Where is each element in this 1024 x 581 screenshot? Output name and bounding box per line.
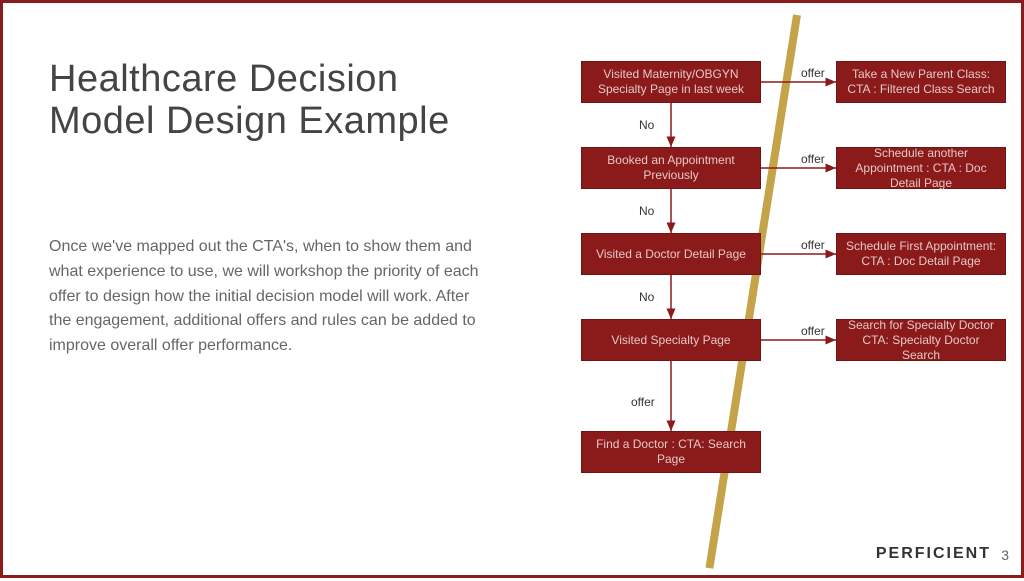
edge-no-1: No xyxy=(639,118,654,132)
offer-step-3: Schedule First Appointment: CTA : Doc De… xyxy=(836,233,1006,275)
offer-step-1: Take a New Parent Class: CTA : Filtered … xyxy=(836,61,1006,103)
edge-offer-fallback: offer xyxy=(631,395,655,409)
decision-step-1: Visited Maternity/OBGYN Specialty Page i… xyxy=(581,61,761,103)
edge-no-3: No xyxy=(639,290,654,304)
slide: Healthcare Decision Model Design Example… xyxy=(0,0,1024,578)
offer-step-4: Search for Specialty Doctor CTA: Special… xyxy=(836,319,1006,361)
page-number: 3 xyxy=(1001,547,1009,563)
decision-step-3: Visited a Doctor Detail Page xyxy=(581,233,761,275)
edge-no-2: No xyxy=(639,204,654,218)
edge-offer-1: offer xyxy=(801,66,825,80)
brand-logo: PERFICIENT xyxy=(876,545,991,563)
decision-step-4: Visited Specialty Page xyxy=(581,319,761,361)
edge-offer-3: offer xyxy=(801,238,825,252)
slide-body-text: Once we've mapped out the CTA's, when to… xyxy=(49,235,489,359)
slide-title: Healthcare Decision Model Design Example xyxy=(49,59,450,143)
edge-offer-2: offer xyxy=(801,152,825,166)
title-line-1: Healthcare Decision xyxy=(49,58,399,100)
decision-step-2: Booked an Appointment Previously xyxy=(581,147,761,189)
offer-step-2: Schedule another Appointment : CTA : Doc… xyxy=(836,147,1006,189)
fallback-offer: Find a Doctor : CTA: Search Page xyxy=(581,431,761,473)
title-line-2: Model Design Example xyxy=(49,100,450,142)
edge-offer-4: offer xyxy=(801,324,825,338)
